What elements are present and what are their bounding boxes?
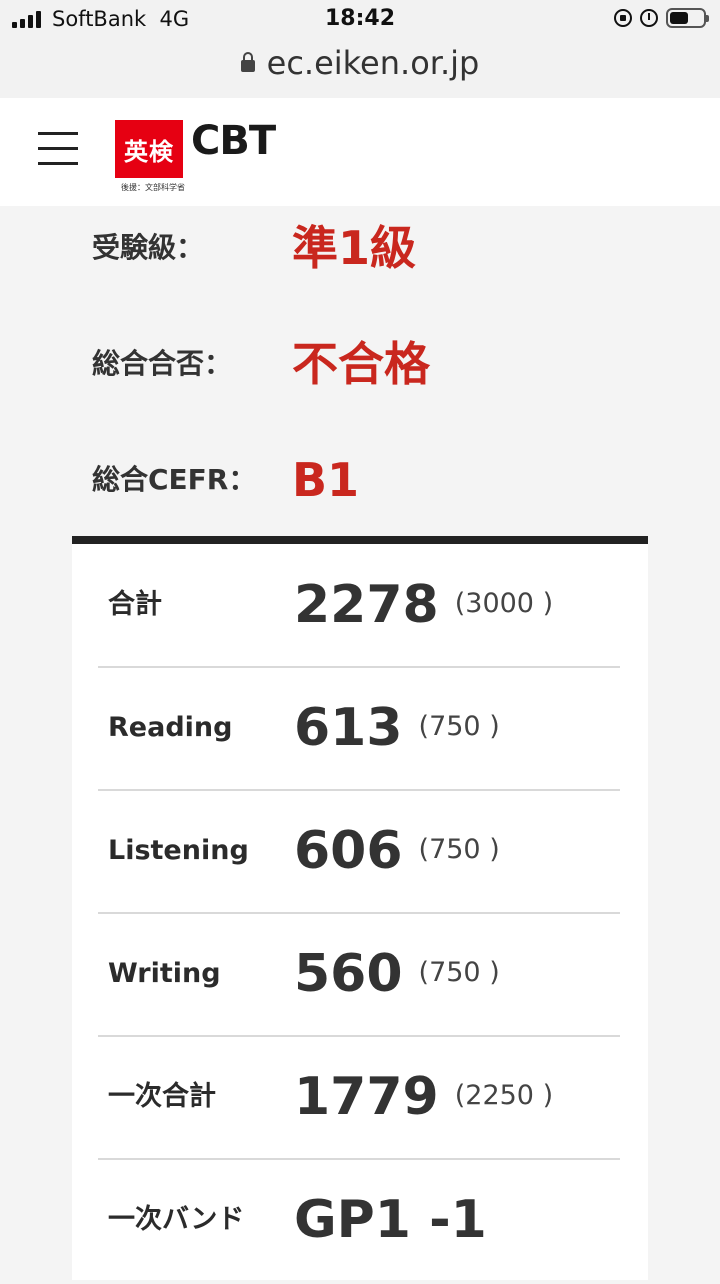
logo-text: CBT: [191, 118, 276, 164]
score-label: Reading: [108, 712, 233, 743]
logo-subtitle: 後援：文部科学省: [121, 183, 185, 192]
summary-cefr: 総合CEFR： B1: [92, 450, 692, 510]
menu-icon[interactable]: [38, 130, 78, 166]
score-row-reading: Reading 613 (750 ): [98, 667, 620, 791]
status-bar: SoftBank 4G 18:42: [0, 0, 720, 40]
score-table: 合計 2278 (3000 ) Reading 613 (750 ) Listeni…: [72, 544, 648, 1280]
score-max: (2250 ): [454, 1080, 554, 1111]
score-row-first-stage-total: 一次合計 1779 (2250 ): [98, 1036, 620, 1160]
score-value: 2278 (3000 ): [294, 575, 554, 635]
score-value: 613 (750 ): [294, 698, 500, 758]
score-label: Listening: [108, 835, 249, 866]
score-max: (750 ): [418, 834, 500, 865]
site-header: 英検 CBT 後援：文部科学省: [0, 98, 720, 206]
address-bar[interactable]: ec.eiken.or.jp: [0, 40, 720, 98]
rotation-lock-icon: [614, 9, 632, 27]
score-row-total: 合計 2278 (3000 ): [98, 544, 620, 668]
score-label: 一次バンド: [108, 1204, 245, 1235]
alarm-icon: [640, 9, 658, 27]
score-value: 606 (750 ): [294, 821, 500, 881]
score-label: 一次合計: [108, 1081, 216, 1112]
summary-grade: 受験級： 準1級: [92, 218, 692, 278]
score-max: (750 ): [418, 711, 500, 742]
score-row-writing: Writing 560 (750 ): [98, 913, 620, 1037]
clock: 18:42: [324, 6, 396, 31]
summary-result: 総合合否： 不合格: [92, 334, 692, 394]
summary-label: 総合CEFR：: [92, 463, 257, 496]
logo-mark: 英検: [115, 120, 183, 178]
summary-value: B1: [292, 453, 360, 507]
summary-label: 受験級：: [92, 231, 205, 264]
score-label: Writing: [108, 958, 221, 989]
summary-value: 準1級: [292, 221, 417, 275]
score-value: GP1 -1: [294, 1190, 487, 1250]
score-max: (3000 ): [454, 588, 554, 619]
score-label: 合計: [108, 589, 162, 620]
card-top-bar: [72, 536, 648, 544]
summary-label: 総合合否：: [92, 347, 233, 380]
lock-icon: [240, 52, 255, 72]
score-value: 1779 (2250 ): [294, 1067, 554, 1127]
status-icons: [614, 8, 709, 28]
summary-value: 不合格: [292, 337, 430, 391]
score-max: (750 ): [418, 957, 500, 988]
score-row-first-stage-band: 一次バンド GP1 -1: [98, 1159, 620, 1281]
battery-icon: [666, 8, 709, 28]
url-text[interactable]: ec.eiken.or.jp: [267, 44, 480, 82]
score-row-listening: Listening 606 (750 ): [98, 790, 620, 914]
score-value: 560 (750 ): [294, 944, 500, 1004]
